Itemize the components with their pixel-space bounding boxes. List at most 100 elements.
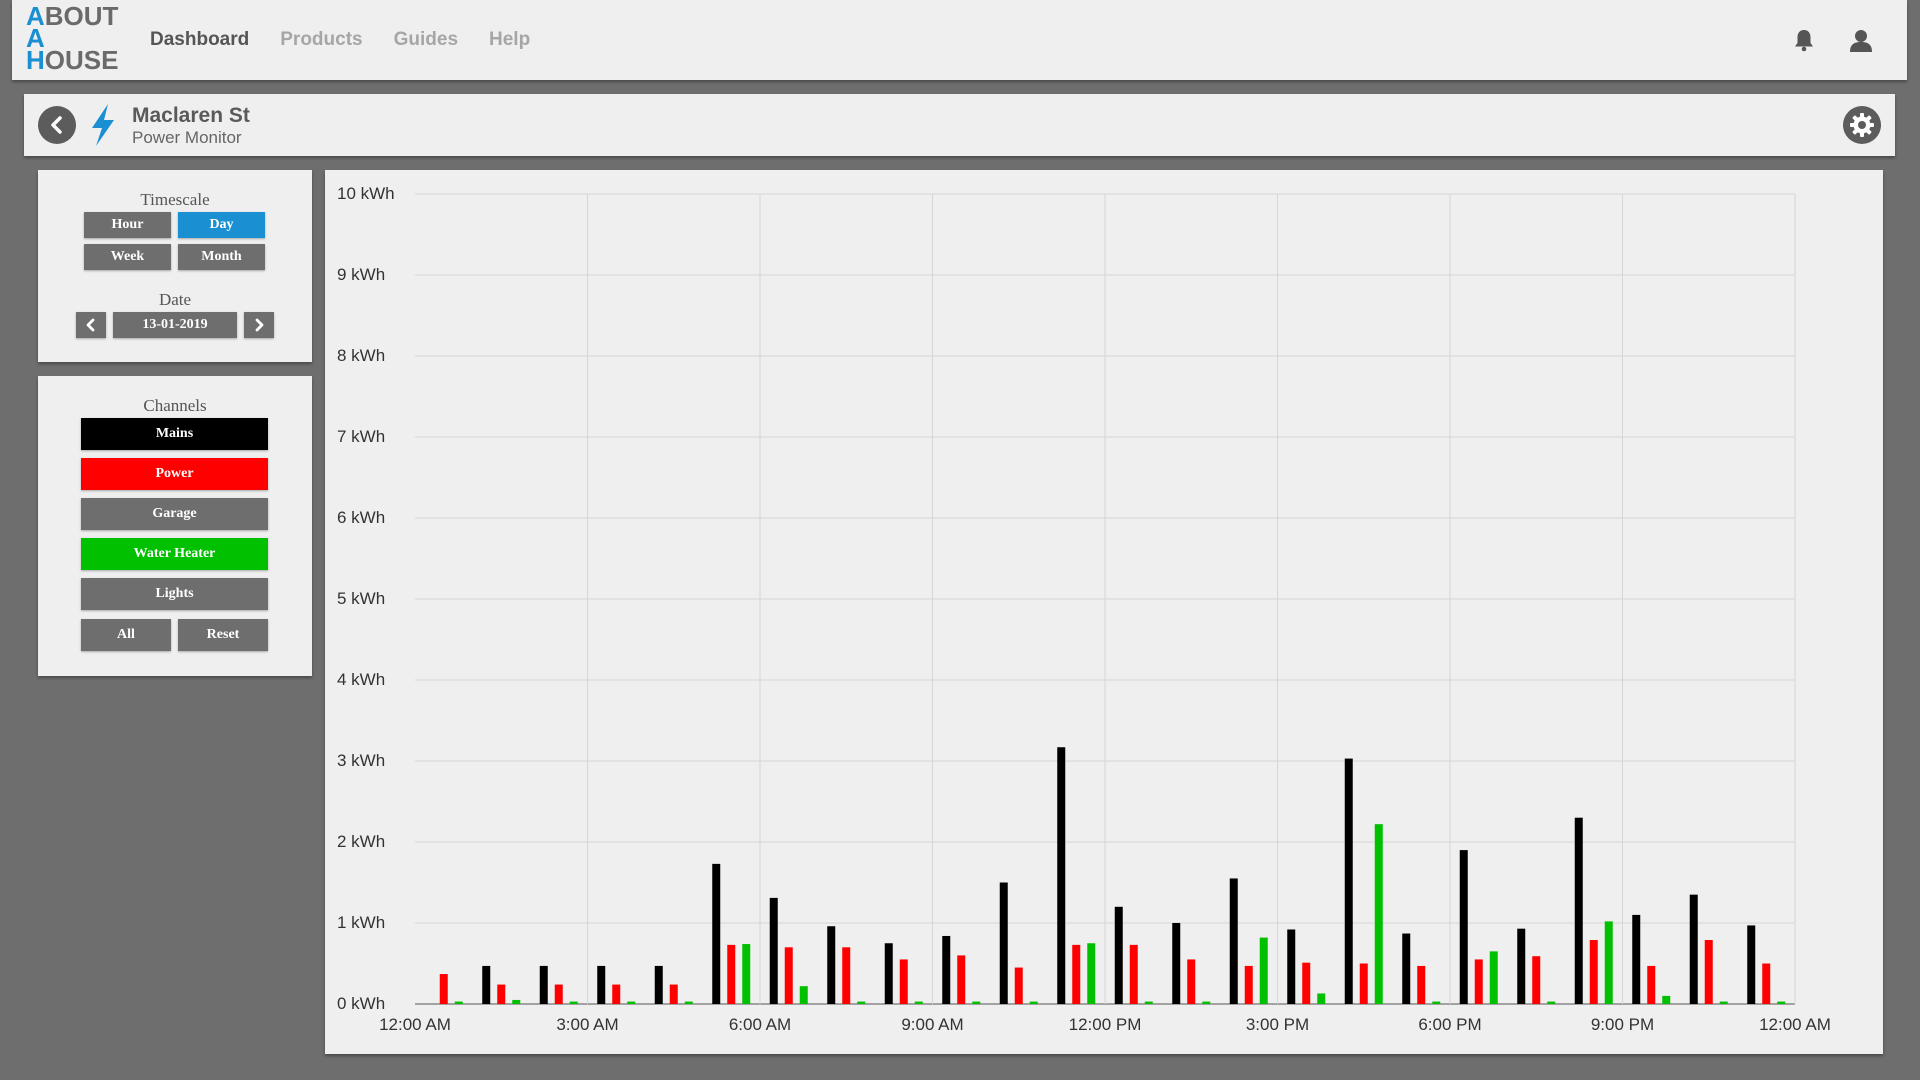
bar-mains <box>1632 914 1641 1004</box>
bar-mains <box>999 882 1008 1004</box>
bar-power <box>727 944 736 1004</box>
y-tick-label: 7 kWh <box>337 427 385 446</box>
bar-mains <box>597 965 606 1004</box>
bar-mains <box>827 926 836 1004</box>
bar-mains <box>1057 747 1066 1004</box>
energy-bar-chart: 0 kWh 1 kWh 2 kWh 3 kWh 4 kWh 5 kWh 6 kWh 7 kWh… <box>337 184 1831 1034</box>
brand-logo[interactable]: ABOUT A HOUSE <box>26 3 118 73</box>
site-title: Maclaren St <box>132 104 250 127</box>
channels-title: Channels <box>143 396 207 415</box>
bar-power <box>899 959 908 1004</box>
date-next-button[interactable] <box>244 312 274 338</box>
timescale-month-button[interactable]: Month <box>178 244 265 270</box>
bar-water-heater <box>1202 1001 1211 1004</box>
bar-water-heater <box>569 1001 578 1004</box>
nav-products[interactable]: Products <box>280 29 362 51</box>
top-nav-bar: ABOUT A HOUSE Dashboard Products Guides … <box>12 0 1907 80</box>
back-button[interactable] <box>38 106 76 144</box>
bar-power <box>1187 959 1196 1004</box>
channel-water-heater-button[interactable]: Water Heater <box>81 538 268 570</box>
y-tick-label: 9 kWh <box>337 265 385 284</box>
bar-power <box>957 955 966 1004</box>
bar-water-heater <box>857 1001 866 1004</box>
bar-water-heater <box>1374 824 1383 1004</box>
user-icon[interactable] <box>1849 28 1873 52</box>
x-tick-label: 6:00 PM <box>1418 1015 1481 1034</box>
bar-power <box>1589 940 1598 1004</box>
channel-garage-button[interactable]: Garage <box>81 498 268 530</box>
bar-power <box>439 974 448 1004</box>
top-icons <box>1793 28 1873 52</box>
bar-power <box>1072 944 1081 1004</box>
bar-water-heater <box>512 999 521 1004</box>
channel-mains-button[interactable]: Mains <box>81 418 268 450</box>
y-tick-label: 6 kWh <box>337 508 385 527</box>
bar-mains <box>942 935 951 1004</box>
bar-water-heater <box>627 1001 636 1004</box>
bar-mains <box>1459 850 1468 1004</box>
site-subtitle: Power Monitor <box>132 128 242 147</box>
logo-rest-1: BOUT <box>44 1 119 31</box>
bar-mains <box>1574 817 1583 1004</box>
bell-icon[interactable] <box>1793 28 1815 52</box>
bar-power <box>1244 965 1253 1004</box>
y-tick-label: 8 kWh <box>337 346 385 365</box>
bar-mains <box>1344 758 1353 1004</box>
y-tick-label: 2 kWh <box>337 832 385 851</box>
settings-button[interactable] <box>1843 106 1881 144</box>
bar-water-heater <box>914 1001 923 1004</box>
timescale-week-button[interactable]: Week <box>84 244 171 270</box>
bar-water-heater <box>1777 1001 1786 1004</box>
x-tick-label: 3:00 PM <box>1246 1015 1309 1034</box>
main-nav: Dashboard Products Guides Help <box>150 0 530 80</box>
x-tick-label: 9:00 PM <box>1591 1015 1654 1034</box>
bar-mains <box>1114 906 1123 1004</box>
nav-dashboard[interactable]: Dashboard <box>150 29 249 51</box>
bar-power <box>1704 940 1713 1004</box>
bar-power <box>784 947 793 1004</box>
bar-water-heater <box>1604 921 1613 1004</box>
bar-water-heater <box>1317 993 1326 1004</box>
bar-mains <box>482 965 491 1004</box>
date-prev-button[interactable] <box>76 312 106 338</box>
bar-power <box>669 984 678 1004</box>
nav-help[interactable]: Help <box>489 29 530 51</box>
channels-all-button[interactable]: All <box>81 619 171 651</box>
channel-power-button[interactable]: Power <box>81 458 268 490</box>
bar-water-heater <box>684 1001 693 1004</box>
x-tick-label: 3:00 AM <box>556 1015 618 1034</box>
bar-power <box>1129 944 1138 1004</box>
timescale-hour-button[interactable]: Hour <box>84 212 171 238</box>
chevron-left-icon <box>51 116 62 134</box>
y-tick-label: 5 kWh <box>337 589 385 608</box>
channels-reset-button[interactable]: Reset <box>178 619 268 651</box>
bar-mains <box>654 965 663 1004</box>
bar-power <box>612 984 621 1004</box>
bar-water-heater <box>1029 1001 1038 1004</box>
bar-mains <box>1689 894 1698 1004</box>
bar-power <box>842 947 851 1004</box>
date-title: Date <box>158 290 192 309</box>
bar-mains <box>1517 928 1526 1004</box>
bar-water-heater <box>742 944 751 1004</box>
y-tick-label: 0 kWh <box>337 994 385 1013</box>
timescale-title: Timescale <box>140 190 210 209</box>
x-tick-label: 12:00 AM <box>1759 1015 1831 1034</box>
bar-water-heater <box>799 986 808 1004</box>
bar-mains <box>884 943 893 1004</box>
y-tick-label: 10 kWh <box>337 184 395 203</box>
bar-water-heater <box>454 1001 463 1004</box>
x-tick-label: 6:00 AM <box>729 1015 791 1034</box>
channel-lights-button[interactable]: Lights <box>81 578 268 610</box>
bar-mains <box>769 897 778 1004</box>
date-value[interactable]: 13-01-2019 <box>113 312 237 338</box>
chevron-left-icon <box>86 318 95 332</box>
bar-water-heater <box>1144 1001 1153 1004</box>
bar-power <box>1647 965 1656 1004</box>
x-tick-label: 9:00 AM <box>901 1015 963 1034</box>
bar-power <box>1417 965 1426 1004</box>
bar-mains <box>1229 878 1238 1004</box>
nav-guides[interactable]: Guides <box>394 29 458 51</box>
timescale-day-button[interactable]: Day <box>178 212 265 238</box>
x-tick-label: 12:00 PM <box>1069 1015 1142 1034</box>
